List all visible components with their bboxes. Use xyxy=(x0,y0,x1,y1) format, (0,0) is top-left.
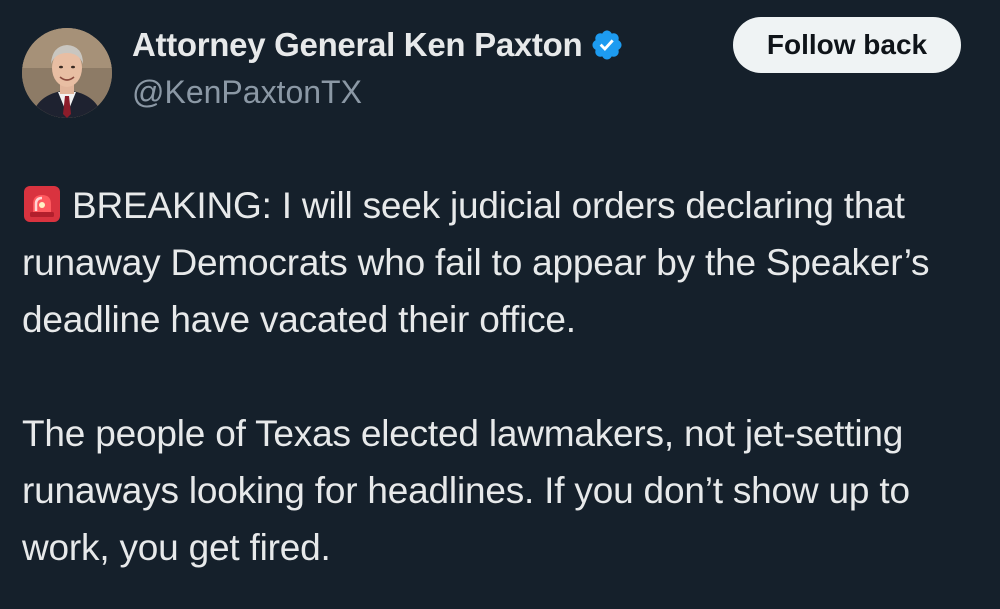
tweet-card: Attorney General Ken Paxton @KenPaxtonTX… xyxy=(0,0,1000,609)
avatar[interactable] xyxy=(22,28,112,118)
avatar-image xyxy=(22,28,112,118)
tweet-paragraph-1-text: BREAKING: I will seek judicial orders de… xyxy=(22,185,930,340)
tweet-text: BREAKING: I will seek judicial orders de… xyxy=(22,177,982,576)
tweet-paragraph-2: The people of Texas elected lawmakers, n… xyxy=(22,413,910,568)
author-handle[interactable]: @KenPaxtonTX xyxy=(132,74,362,111)
tweet-paragraph-1: BREAKING: I will seek judicial orders de… xyxy=(22,177,982,348)
siren-icon xyxy=(22,183,62,223)
author-display-name[interactable]: Attorney General Ken Paxton xyxy=(132,26,583,64)
verified-badge-icon xyxy=(590,28,624,62)
follow-back-button[interactable]: Follow back xyxy=(733,17,961,73)
author-name-row: Attorney General Ken Paxton xyxy=(132,26,624,64)
